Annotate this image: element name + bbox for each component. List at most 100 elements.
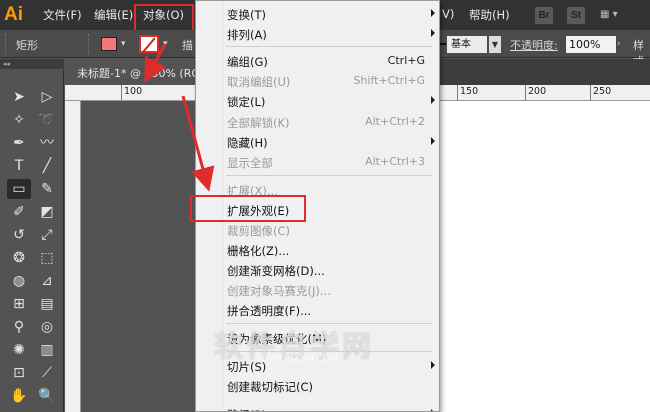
menu-file[interactable]: 文件(F) (43, 7, 82, 23)
menu-item: 裁剪图像(C) (196, 220, 439, 240)
menu-item-label: 编组(G) (227, 55, 268, 69)
menu-item[interactable]: 编组(G) Ctrl+G (196, 51, 439, 71)
tools-panel-collapse-icon[interactable]: ◂◂ (0, 59, 64, 69)
curvature-icon[interactable]: 〰 (35, 133, 59, 153)
stroke-color-swatch[interactable] (139, 35, 159, 53)
menu-item[interactable]: 变换(T) (196, 4, 439, 24)
mesh-icon[interactable]: ⊞ (7, 294, 31, 314)
lasso-icon[interactable]: ➰ (35, 110, 59, 130)
ruler-label: 100 (124, 86, 143, 97)
gradient-icon[interactable]: ▤ (35, 294, 59, 314)
submenu-arrow-icon (431, 361, 435, 369)
chevron-right-icon[interactable]: › (617, 39, 621, 49)
menu-item: 取消编组(U) Shift+Ctrl+G (196, 71, 439, 91)
submenu-arrow-icon (431, 96, 435, 104)
menu-item: 创建对象马赛克(J)... (196, 280, 439, 300)
menu-item: 显示全部 Alt+Ctrl+3 (196, 152, 439, 172)
menu-item-label: 锁定(L) (227, 95, 266, 109)
submenu-arrow-icon (431, 29, 435, 37)
vertical-ruler[interactable] (65, 101, 81, 412)
document-tab[interactable]: 未标题-1* @ 150% (RGB/G (65, 59, 220, 85)
menu-item: 全部解锁(K) Alt+Ctrl+2 (196, 112, 439, 132)
eraser-icon[interactable]: ◩ (35, 202, 59, 222)
ruler-tick (457, 85, 458, 101)
menu-item-label: 拼合透明度(F)... (227, 304, 312, 318)
menu-item-shortcut: Ctrl+G (387, 54, 425, 67)
paintbrush-icon[interactable]: ✎ (35, 179, 59, 199)
menu-item[interactable]: 创建渐变网格(D)... (196, 260, 439, 280)
panel-grip[interactable] (88, 34, 91, 54)
menu-item-label: 全部解锁(K) (227, 116, 290, 130)
direct-selection-icon[interactable]: ▷ (35, 87, 59, 107)
stroke-label[interactable]: 描 (182, 37, 193, 53)
rotate-icon[interactable]: ↺ (7, 225, 31, 245)
artboard-icon[interactable]: ⊡ (7, 363, 31, 383)
menu-item[interactable]: 创建裁切标记(C) (196, 376, 439, 396)
magic-wand-icon[interactable]: ✧ (7, 110, 31, 130)
menu-item-label: 栅格化(Z)... (227, 244, 290, 258)
menu-item[interactable]: 设为像素级优化(M) (196, 328, 439, 348)
menu-item[interactable]: 隐藏(H) (196, 132, 439, 152)
stroke-style-select[interactable]: 基本 (447, 36, 487, 53)
menu-help[interactable]: 帮助(H) (469, 7, 510, 23)
bridge-icon[interactable]: Br (535, 7, 553, 24)
menu-item-label: 创建对象马赛克(J)... (227, 284, 331, 298)
menu-item[interactable]: 切片(S) (196, 356, 439, 376)
chevron-down-icon[interactable]: ▼ (489, 36, 501, 53)
shape-builder-icon[interactable]: ◍ (7, 271, 31, 291)
ruler-tick (525, 85, 526, 101)
type-icon[interactable]: T (7, 156, 31, 176)
scale-icon[interactable]: ⤢ (35, 225, 59, 245)
menu-item-label: 裁剪图像(C) (227, 224, 291, 238)
menu-edit[interactable]: 编辑(E) (94, 7, 133, 23)
menu-item-label: 排列(A) (227, 28, 267, 42)
symbol-sprayer-icon[interactable]: ✺ (7, 340, 31, 360)
blend-icon[interactable]: ◎ (35, 317, 59, 337)
menu-separator (226, 351, 432, 352)
shaper-icon[interactable]: ✐ (7, 202, 31, 222)
warp-icon[interactable]: ❂ (7, 248, 31, 268)
workspace-switcher-icon[interactable]: ▦ ▾ (600, 9, 618, 20)
menu-item-label: 隐藏(H) (227, 136, 268, 150)
menu-item[interactable]: 排列(A) (196, 24, 439, 44)
submenu-arrow-icon (431, 9, 435, 17)
app-logo: Ai (4, 4, 23, 25)
menu-view[interactable]: V) (442, 7, 454, 21)
menu-item[interactable]: 路径(P) (196, 404, 439, 411)
perspective-grid-icon[interactable]: ⊿ (35, 271, 59, 291)
stock-icon[interactable]: St (567, 7, 585, 24)
menu-item-label: 路径(P) (227, 407, 266, 411)
pen-icon[interactable]: ✒ (7, 133, 31, 153)
menu-separator (226, 175, 432, 176)
ruler-label: 200 (528, 86, 547, 97)
ruler-label: 250 (593, 86, 612, 97)
menu-separator (226, 46, 432, 47)
column-graph-icon[interactable]: ▥ (35, 340, 59, 360)
hand-icon[interactable]: ✋ (7, 386, 31, 406)
menu-item[interactable]: 拼合透明度(F)... (196, 300, 439, 320)
slice-icon[interactable]: ⟋ (35, 363, 59, 383)
opacity-label[interactable]: 不透明度: (510, 37, 558, 53)
ruler-tick (121, 85, 122, 101)
menu-item[interactable]: 栅格化(Z)... (196, 240, 439, 260)
selected-shape-label: 矩形 (16, 39, 38, 52)
panel-grip[interactable] (5, 34, 8, 54)
menu-item-label: 切片(S) (227, 360, 267, 374)
chevron-down-icon[interactable]: ▾ (121, 39, 126, 49)
eyedropper-icon[interactable]: ⚲ (7, 317, 31, 337)
selection-icon[interactable]: ➤ (7, 87, 31, 107)
chevron-down-icon[interactable]: ▾ (163, 39, 168, 49)
zoom-icon[interactable]: 🔍 (35, 386, 59, 406)
fill-color-swatch[interactable] (101, 37, 117, 51)
tools-panel: ◂◂ ➤ ▷ ✧ ➰ ✒ 〰 T ╱ ▭ ✎ ✐ ◩ ↺ ⤢ ❂ ⬚ ◍ ⊿ ⊞ ▤ ⚲ ◎ ✺ ▥ ⊡ ⟋ ✋ 🔍 (0, 59, 64, 412)
submenu-arrow-icon (431, 137, 435, 145)
menu-item-shortcut: Alt+Ctrl+3 (365, 155, 425, 168)
free-transform-icon[interactable]: ⬚ (35, 248, 59, 268)
menu-item-label: 变换(T) (227, 8, 266, 22)
line-icon[interactable]: ╱ (35, 156, 59, 176)
rectangle-icon[interactable]: ▭ (7, 179, 31, 199)
menu-item-label: 取消编组(U) (227, 75, 291, 89)
artboard[interactable] (440, 101, 650, 412)
menu-item[interactable]: 锁定(L) (196, 91, 439, 111)
opacity-input[interactable]: 100% (566, 36, 616, 53)
